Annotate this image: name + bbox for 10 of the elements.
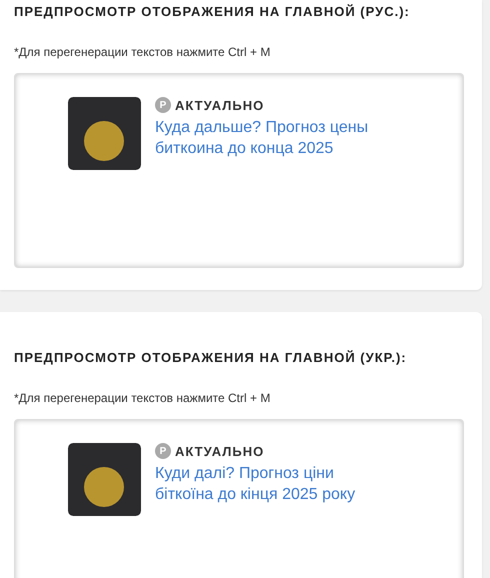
article-title-link[interactable]: Куда дальше? Прогноз цены биткоина до конца 2025 [155,117,395,159]
category-label: АКТУАЛЬНО [175,98,264,112]
hint-text: *Для перегенерации текстов нажмите Ctrl + M [14,391,272,405]
section-heading: ПРЕДПРОСМОТР ОТОБРАЖЕНИЯ НА ГЛАВНОЙ (УКР.): [14,350,408,365]
section-heading: ПРЕДПРОСМОТР ОТОБРАЖЕНИЯ НА ГЛАВНОЙ (РУС.): [14,4,411,19]
category-label: АКТУАЛЬНО [175,444,264,458]
badge: Р [155,97,171,113]
hint-text: *Для перегенерации текстов нажмите Ctrl + M [14,45,272,59]
article-title-link[interactable]: Куди далі? Прогноз ціни біткоїна до кінця 2025 року [155,463,395,505]
badge: Р [155,443,171,459]
